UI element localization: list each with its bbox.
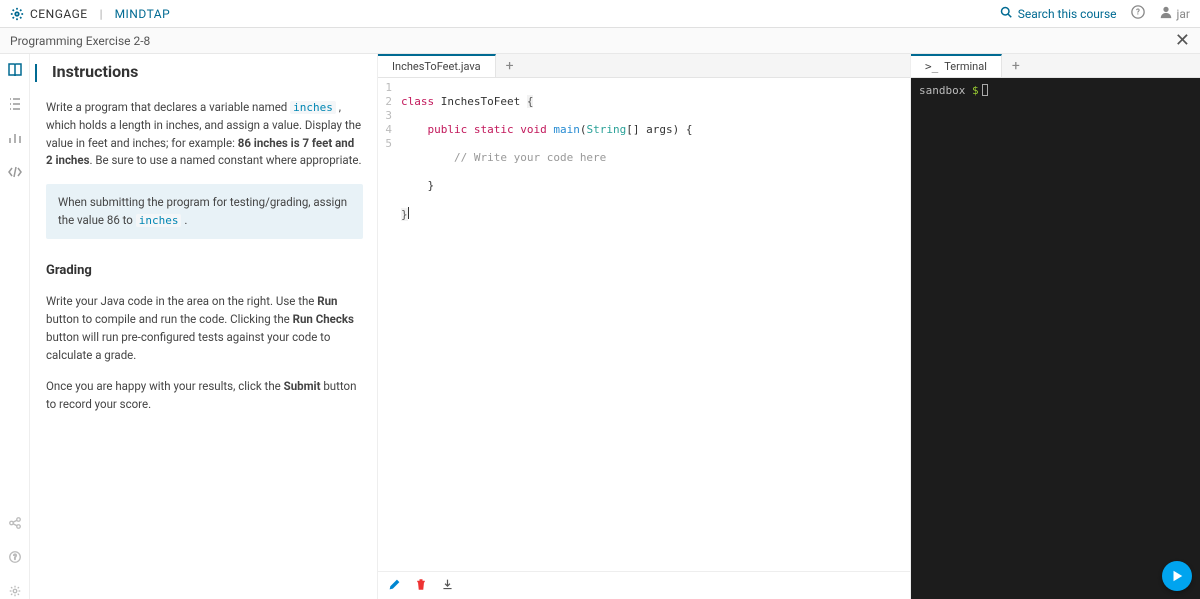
username: jar bbox=[1177, 7, 1190, 21]
code-editor[interactable]: 1 2 3 4 5 class InchesToFeet { public st… bbox=[378, 78, 910, 571]
instructions-title: Instructions bbox=[52, 62, 363, 81]
list-icon[interactable] bbox=[7, 96, 23, 112]
brand-separator: | bbox=[100, 7, 103, 21]
terminal-column: >_ Terminal + sandbox $ bbox=[911, 54, 1200, 599]
chart-icon[interactable] bbox=[7, 130, 23, 146]
terminal[interactable]: sandbox $ bbox=[911, 78, 1200, 599]
code-chip-inches: inches bbox=[290, 101, 336, 114]
title-accent bbox=[35, 64, 37, 82]
terminal-cursor bbox=[982, 84, 988, 96]
exercise-title: Programming Exercise 2-8 bbox=[10, 34, 150, 48]
brand-main: CENGAGE bbox=[30, 7, 88, 21]
search-course[interactable]: Search this course bbox=[1000, 6, 1117, 21]
search-placeholder: Search this course bbox=[1018, 7, 1117, 21]
help-icon[interactable]: ? bbox=[1131, 5, 1145, 22]
terminal-icon: >_ bbox=[925, 60, 938, 73]
tab-terminal[interactable]: >_ Terminal bbox=[911, 54, 1002, 77]
svg-text:?: ? bbox=[13, 554, 17, 562]
editor-cursor bbox=[408, 207, 409, 219]
tab-inchestofeet[interactable]: InchesToFeet.java bbox=[378, 54, 496, 77]
search-icon bbox=[1000, 6, 1012, 21]
code-chip-inches-note: inches bbox=[136, 214, 182, 227]
cengage-logo-icon bbox=[10, 7, 24, 21]
edit-icon[interactable] bbox=[388, 578, 401, 594]
user-menu[interactable]: jar bbox=[1159, 5, 1190, 22]
terminal-tabbar: >_ Terminal + bbox=[911, 54, 1200, 78]
run-button[interactable] bbox=[1162, 561, 1192, 591]
settings-rail-icon[interactable] bbox=[7, 583, 23, 599]
book-icon[interactable] bbox=[7, 62, 23, 78]
grading-p1: Write your Java code in the area on the … bbox=[46, 293, 363, 364]
grading-title: Grading bbox=[46, 261, 363, 281]
instructions-panel: Instructions Write a program that declar… bbox=[30, 54, 378, 599]
editor-tabbar: InchesToFeet.java + bbox=[378, 54, 910, 78]
grading-p2: Once you are happy with your results, cl… bbox=[46, 378, 363, 414]
share-icon[interactable] bbox=[7, 515, 23, 531]
help-rail-icon[interactable]: ? bbox=[7, 549, 23, 565]
subheader: Programming Exercise 2-8 ✕ bbox=[0, 28, 1200, 54]
editor-footer bbox=[378, 571, 910, 599]
editor-column: InchesToFeet.java + 1 2 3 4 5 class Inch… bbox=[378, 54, 911, 599]
add-tab-button[interactable]: + bbox=[496, 54, 524, 77]
line-gutter: 1 2 3 4 5 bbox=[378, 78, 396, 571]
topbar: CENGAGE | MINDTAP Search this course ? j… bbox=[0, 0, 1200, 28]
delete-icon[interactable] bbox=[415, 578, 427, 594]
brand: CENGAGE | MINDTAP bbox=[10, 7, 170, 21]
left-rail: ? bbox=[0, 54, 30, 599]
code-icon[interactable] bbox=[7, 164, 23, 180]
instructions-p1: Write a program that declares a variable… bbox=[46, 99, 363, 170]
instructions-note: When submitting the program for testing/… bbox=[46, 184, 363, 239]
user-icon bbox=[1159, 5, 1173, 22]
add-terminal-button[interactable]: + bbox=[1002, 54, 1030, 77]
brand-sub: MINDTAP bbox=[115, 7, 171, 21]
code-content[interactable]: class InchesToFeet { public static void … bbox=[396, 78, 910, 571]
download-icon[interactable] bbox=[441, 578, 454, 594]
svg-text:?: ? bbox=[1136, 8, 1140, 17]
close-icon[interactable]: ✕ bbox=[1175, 30, 1190, 51]
